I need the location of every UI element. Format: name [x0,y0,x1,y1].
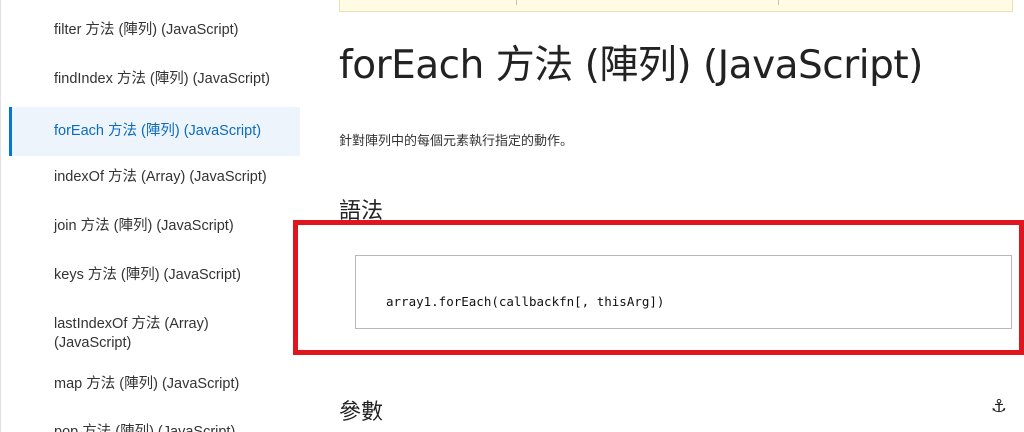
sidebar-item-filter[interactable]: filter 方法 (陣列) (JavaScript) [9,21,300,40]
sidebar-item-keys[interactable]: keys 方法 (陣列) (JavaScript) [9,266,300,285]
sidebar-item-lastindexof[interactable]: lastIndexOf 方法 (Array) (JavaScript) [9,315,249,353]
sidebar-item-map[interactable]: map 方法 (陣列) (JavaScript) [9,375,300,394]
anchor-icon[interactable]: ⚓ [988,396,1010,418]
sidebar-nav: filter 方法 (陣列) (JavaScript) findIndex 方法… [0,0,300,432]
notice-divider [778,0,779,5]
sidebar-item-foreach[interactable]: forEach 方法 (陣列) (JavaScript) [9,107,300,156]
sidebar-item-pop[interactable]: pop 方法 (陣列) (JavaScript) [9,423,300,432]
highlight-annotation [293,220,1024,355]
sidebar-item-indexof[interactable]: indexOf 方法 (Array) (JavaScript) [9,168,300,187]
page-summary: 針對陣列中的每個元素執行指定的動作。 [339,134,574,149]
page-title: forEach 方法 (陣列) (JavaScript) [339,43,923,88]
sidebar-item-join[interactable]: join 方法 (陣列) (JavaScript) [9,217,300,236]
sidebar-item-findindex[interactable]: findIndex 方法 (陣列) (JavaScript) [9,70,300,89]
notice-banner [339,0,1013,12]
notice-divider [516,0,517,5]
parameters-heading: 參數 [339,400,384,425]
